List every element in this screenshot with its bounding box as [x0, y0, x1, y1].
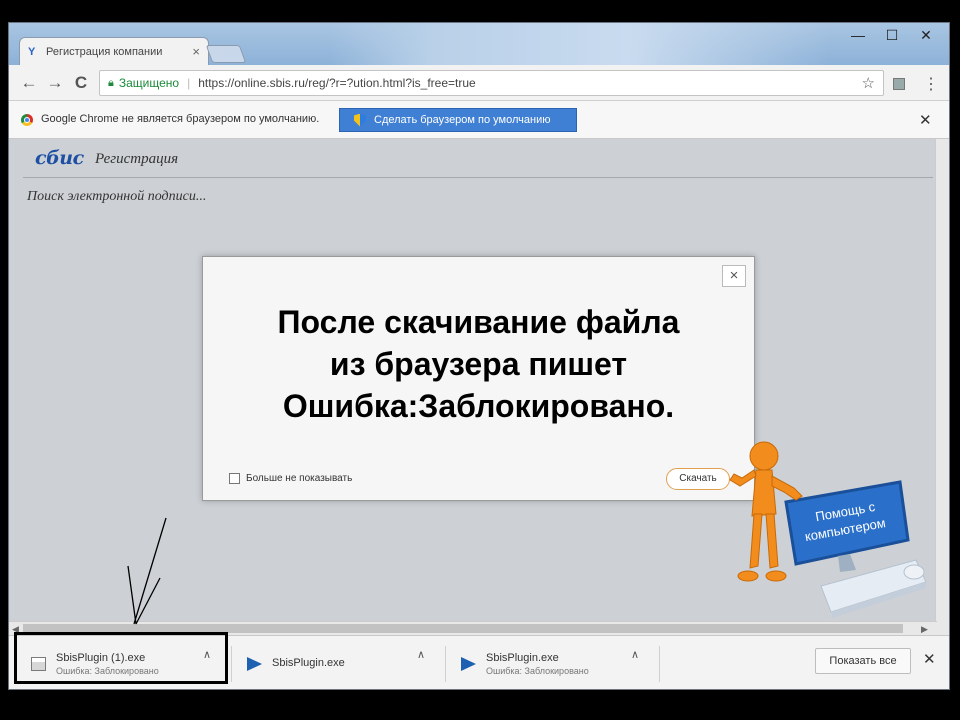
checkbox-icon[interactable] — [229, 473, 240, 484]
sbis-favicon-icon: Y — [28, 45, 36, 58]
chrome-icon — [21, 114, 33, 126]
tab-registration[interactable]: Y Регистрация компании × — [19, 37, 209, 65]
download-button[interactable]: Скачать — [666, 468, 730, 490]
minimize-button[interactable]: — — [841, 25, 875, 45]
maximize-button[interactable]: ☐ — [875, 25, 909, 45]
close-icon[interactable]: × — [722, 265, 746, 287]
bookmark-star-icon[interactable]: ☆ — [862, 74, 875, 92]
download-item[interactable]: SbisPlugin.exe — [235, 648, 345, 680]
download-filename: SbisPlugin.exe — [272, 657, 345, 669]
overlay-caption: После скачивание файла из браузера пишет… — [277, 304, 680, 424]
keyboard-icon — [820, 559, 927, 618]
dont-show-label: Больше не показывать — [246, 473, 353, 484]
downloads-close-icon[interactable]: ✕ — [923, 650, 936, 668]
status-text: Поиск электронной подписи... — [27, 189, 207, 204]
tab-close-icon[interactable]: × — [192, 44, 200, 59]
menu-dots-icon[interactable]: ⋮ — [923, 74, 939, 94]
address-bar[interactable]: 🔒︎ Защищено | https://online.sbis.ru/reg… — [99, 70, 884, 96]
download-status: Ошибка: Заблокировано — [486, 666, 589, 676]
sbis-logo[interactable]: сбис — [35, 147, 84, 169]
new-tab-button[interactable] — [205, 45, 247, 63]
tab-title: Регистрация компании — [46, 45, 163, 58]
url-text: https://online.sbis.ru/reg/?r=?ution.htm… — [198, 76, 476, 90]
divider — [23, 177, 933, 178]
reload-button[interactable]: C — [71, 73, 91, 93]
secure-label: Защищено — [118, 76, 180, 90]
download-filename: SbisPlugin.exe — [486, 652, 559, 664]
download-dialog: × После скачивание файла из браузера пиш… — [202, 256, 755, 501]
shield-icon — [354, 113, 366, 127]
dont-show-checkbox[interactable]: Больше не показывать — [229, 473, 352, 484]
page-title: Регистрация — [95, 151, 179, 167]
helper-figure-illustration: Помощь с компьютером — [729, 441, 927, 618]
infobar-close-icon[interactable]: ✕ — [919, 111, 932, 129]
vertical-scrollbar[interactable] — [935, 139, 949, 635]
default-browser-infobar: Google Chrome не является браузером по у… — [9, 101, 949, 139]
back-button[interactable]: ← — [19, 73, 39, 93]
extension-icon[interactable] — [893, 78, 905, 90]
browser-toolbar: ← → C 🔒︎ Защищено | https://online.sbis.… — [9, 65, 949, 101]
sbis-file-icon — [247, 657, 262, 671]
highlight-frame — [14, 632, 228, 684]
chevron-up-icon[interactable]: ∧ — [417, 648, 425, 661]
sbis-file-icon — [461, 657, 476, 671]
infobar-message: Google Chrome не является браузером по у… — [41, 113, 320, 125]
tab-strip: Y Регистрация компании × — ☐ ✕ — [9, 23, 949, 65]
close-window-button[interactable]: ✕ — [909, 25, 943, 45]
download-item[interactable]: SbisPlugin.exe Ошибка: Заблокировано — [449, 648, 589, 680]
show-all-downloads-button[interactable]: Показать все — [815, 648, 911, 674]
forward-button[interactable]: → — [45, 73, 65, 93]
monitor-icon: Помощь с компьютером — [784, 480, 910, 572]
set-default-label: Сделать браузером по умолчанию — [374, 114, 551, 126]
lock-icon: 🔒︎ — [108, 76, 114, 89]
set-default-browser-button[interactable]: Сделать браузером по умолчанию — [339, 108, 577, 132]
chevron-up-icon[interactable]: ∧ — [631, 648, 639, 661]
window-controls: — ☐ ✕ — [841, 25, 943, 45]
